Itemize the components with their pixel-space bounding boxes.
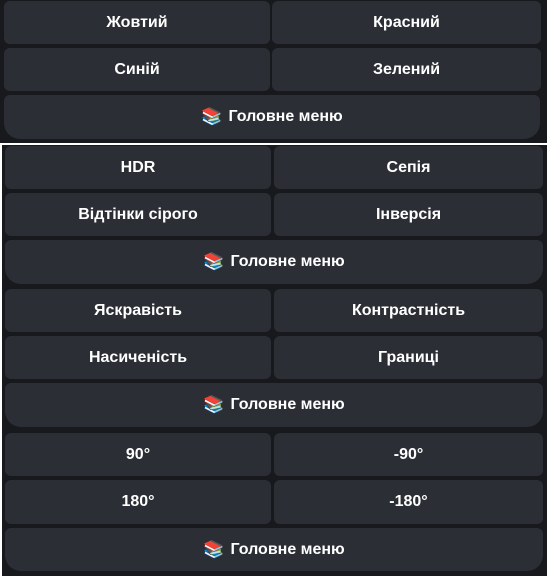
- button-red[interactable]: Красний: [272, 1, 541, 44]
- main-menu-button[interactable]: 📚 Головне меню: [5, 383, 543, 427]
- main-menu-label: Головне меню: [228, 108, 343, 125]
- books-icon: 📚: [203, 539, 225, 559]
- books-icon: 📚: [201, 107, 223, 126]
- button-rotate-180[interactable]: 180°: [5, 480, 271, 524]
- main-menu-label: Головне меню: [230, 253, 345, 270]
- button-rotate-90[interactable]: 90°: [5, 433, 271, 476]
- main-menu-button[interactable]: 📚 Головне меню: [5, 528, 543, 571]
- button-grayscale[interactable]: Відтінки сірого: [5, 193, 271, 236]
- keyboard-colors: Жовтий Красний Синій Зелений 📚 Головне м…: [0, 0, 547, 143]
- button-edges[interactable]: Границі: [274, 336, 543, 379]
- button-brightness[interactable]: Яскравість: [5, 289, 271, 332]
- button-hdr[interactable]: HDR: [5, 146, 271, 189]
- keyboard-filters: HDR Сепія Відтінки сірого Інверсія 📚 Гол…: [2, 145, 547, 288]
- button-yellow[interactable]: Жовтий: [4, 1, 270, 44]
- button-invert[interactable]: Інверсія: [274, 193, 543, 236]
- button-rotate-minus-180[interactable]: -180°: [274, 480, 543, 524]
- button-green[interactable]: Зелений: [272, 48, 541, 91]
- button-rotate-minus-90[interactable]: -90°: [274, 433, 543, 476]
- keyboard-adjustments: Яскравість Контрастність Насиченість Гра…: [2, 288, 547, 432]
- main-menu-label: Головне меню: [230, 396, 345, 413]
- main-menu-button[interactable]: 📚 Головне меню: [4, 95, 540, 139]
- keyboard-rotation: 90° -90° 180° -180° 📚 Головне меню: [2, 432, 547, 576]
- main-menu-label: Головне меню: [230, 540, 345, 558]
- button-contrast[interactable]: Контрастність: [274, 289, 543, 332]
- books-icon: 📚: [203, 252, 225, 271]
- main-menu-button[interactable]: 📚 Головне меню: [5, 240, 543, 284]
- books-icon: 📚: [203, 395, 225, 414]
- button-saturation[interactable]: Насиченість: [5, 336, 271, 379]
- button-sepia[interactable]: Сепія: [274, 146, 543, 189]
- button-blue[interactable]: Синій: [4, 48, 270, 91]
